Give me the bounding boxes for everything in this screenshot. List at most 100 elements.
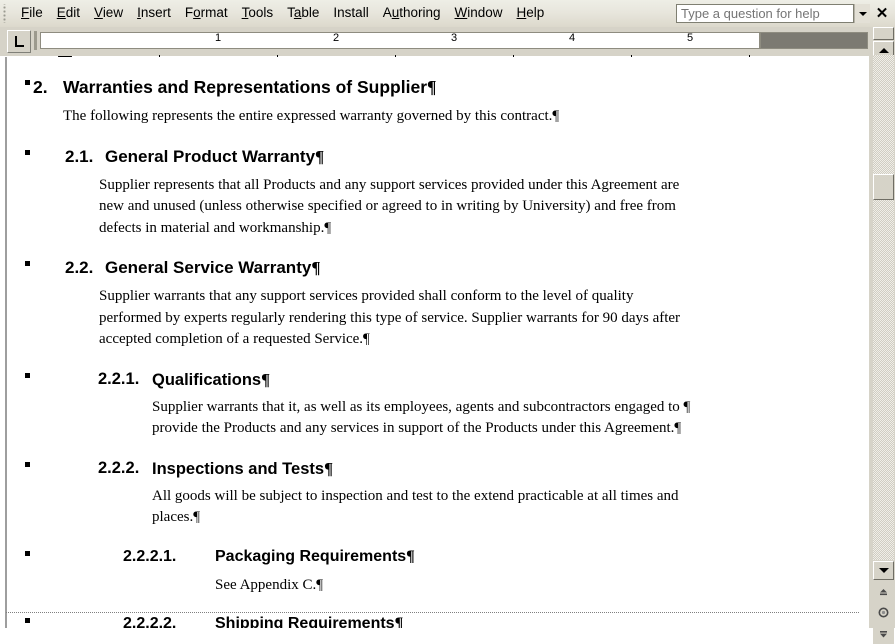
vertical-scrollbar[interactable]	[869, 27, 895, 644]
menu-item-help[interactable]: Help	[510, 3, 552, 24]
body-line: performed by experts regularly rendering…	[99, 308, 799, 330]
select-browse-object-button[interactable]	[873, 603, 894, 622]
pilcrow-mark: ¶	[552, 108, 560, 124]
heading-number: 2.2.2.2.	[123, 615, 177, 628]
ruler-number: 2	[332, 32, 340, 44]
body-line: accepted completion of a requested Servi…	[99, 329, 799, 351]
style-separator-mark	[25, 149, 30, 155]
ruler-margin-area[interactable]	[760, 32, 868, 49]
body-paragraph[interactable]: See Appendix C.¶	[215, 575, 869, 597]
ask-a-question-dropdown-icon[interactable]	[854, 4, 870, 23]
previous-page-button[interactable]	[873, 583, 894, 602]
tab-selector-button[interactable]	[7, 30, 31, 53]
body-line-text: Supplier warrants that it, as well as it…	[152, 398, 691, 415]
heading-title-text: Qualifications	[152, 370, 262, 389]
menu-items: File Edit View Insert Format Tools Table Instal…	[14, 3, 551, 24]
pilcrow-mark: ¶	[674, 420, 682, 436]
pilcrow-mark: ¶	[363, 331, 370, 347]
body-paragraph[interactable]: Supplier warrants that any support servi…	[99, 286, 799, 351]
heading-title: Inspections and Tests¶	[152, 459, 333, 478]
body-paragraph[interactable]: Supplier warrants that it, as well as it…	[152, 397, 852, 440]
body-line-text: performed by experts regularly rendering…	[99, 309, 681, 326]
ruler-number: 4	[568, 32, 576, 44]
horizontal-scroll-hint	[0, 612, 4, 614]
ruler-number: 5	[686, 32, 694, 44]
heading-number: 2.2.1.	[98, 369, 140, 388]
body-line-text: accepted completion of a requested Servi…	[99, 331, 364, 347]
menu-item-view[interactable]: View	[87, 3, 130, 24]
left-tab-icon	[14, 36, 24, 47]
heading-title: Qualifications¶	[152, 370, 270, 389]
pilcrow-mark: ¶	[193, 509, 201, 525]
body-line: The following represents the entire expr…	[63, 106, 763, 128]
body-line-text: See Appendix C.	[215, 576, 317, 593]
pilcrow-mark: ¶	[394, 615, 404, 628]
body-line-text: defects in material and workmanship.	[99, 219, 325, 236]
scrollbar-thumb[interactable]	[873, 174, 894, 200]
ruler-number: 3	[450, 32, 458, 44]
body-line-text: Supplier represents that all Products an…	[99, 176, 680, 193]
heading-number: 2.2.2.	[98, 458, 140, 477]
scrollbar-trough[interactable]	[873, 55, 894, 560]
menu-item-file[interactable]: File	[14, 3, 50, 24]
pilcrow-mark: ¶	[311, 258, 321, 277]
ask-a-question-box[interactable]	[676, 4, 854, 23]
body-line: provide the Products and any services in…	[152, 418, 852, 440]
body-line: All goods will be subject to inspection …	[152, 486, 852, 508]
menu-item-authoring[interactable]: Authoring	[376, 3, 448, 24]
body-paragraph[interactable]: The following represents the entire expr…	[63, 106, 763, 128]
ruler-number: 1	[214, 32, 222, 44]
heading-title: Warranties and Representations of Suppli…	[63, 78, 436, 96]
body-line: Supplier warrants that it, as well as it…	[152, 397, 852, 419]
heading-title-text: General Product Warranty	[105, 146, 316, 166]
heading-number: 2.	[33, 77, 48, 97]
menu-item-format[interactable]: Format	[178, 3, 235, 24]
menu-item-insert[interactable]: Insert	[130, 3, 178, 24]
pilcrow-mark: ¶	[427, 77, 437, 97]
text-boundary-line	[6, 612, 859, 613]
heading-number: 2.2.2.1.	[123, 547, 177, 565]
style-separator-mark	[25, 618, 30, 623]
body-line: See Appendix C.¶	[215, 575, 869, 597]
heading-title: General Product Warranty¶	[105, 146, 325, 166]
close-icon[interactable]: ✕	[873, 4, 891, 24]
body-line: Supplier warrants that any support servi…	[99, 286, 799, 308]
ruler-bar: 1 2 3 4 5	[0, 27, 895, 83]
menu-item-tools[interactable]: Tools	[235, 3, 281, 24]
heading-title-text: General Service Warranty	[105, 258, 312, 277]
body-line-text: Supplier warrants that any support servi…	[99, 288, 634, 304]
menu-bar-grip[interactable]	[2, 4, 11, 23]
body-line-text: The following represents the entire expr…	[63, 108, 553, 124]
word-window: File Edit View Insert Format Tools Table Instal…	[0, 0, 895, 644]
menu-item-table[interactable]: Table	[280, 3, 326, 24]
ruler-white-area[interactable]	[40, 32, 760, 49]
pilcrow-mark: ¶	[316, 576, 324, 593]
body-line: places.¶	[152, 507, 852, 529]
style-separator-mark	[25, 461, 30, 467]
ask-a-question-input[interactable]	[677, 5, 853, 22]
pilcrow-mark: ¶	[406, 547, 415, 565]
menu-item-edit[interactable]: Edit	[50, 3, 87, 24]
browse-object-icon	[878, 607, 889, 618]
pilcrow-mark: ¶	[324, 219, 332, 236]
menu-item-install[interactable]: Install	[326, 3, 375, 24]
body-line: Supplier represents that all Products an…	[99, 175, 799, 197]
heading-title-text: Packaging Requirements	[215, 547, 407, 565]
body-line-text: new and unused (unless otherwise specifi…	[99, 198, 676, 214]
heading-number: 2.1.	[65, 146, 94, 166]
previous-page-icon	[880, 589, 887, 596]
body-line: new and unused (unless otherwise specifi…	[99, 196, 799, 218]
scroll-down-button[interactable]	[873, 561, 894, 580]
style-separator-mark	[25, 550, 30, 556]
body-paragraph[interactable]: Supplier represents that all Products an…	[99, 175, 799, 240]
pilcrow-mark: ¶	[315, 146, 325, 166]
style-separator-mark	[25, 80, 30, 85]
page-left-edge	[5, 57, 7, 628]
body-line-text: All goods will be subject to inspection …	[152, 487, 679, 504]
heading-number: 2.2.	[65, 258, 94, 277]
heading-title: Shipping Requirements¶	[215, 615, 404, 628]
ruler-divider	[34, 31, 37, 50]
body-paragraph[interactable]: All goods will be subject to inspection …	[152, 486, 852, 529]
menu-item-window[interactable]: Window	[448, 3, 510, 24]
document-canvas[interactable]: 2. Warranties and Representations of Supp…	[0, 57, 869, 628]
